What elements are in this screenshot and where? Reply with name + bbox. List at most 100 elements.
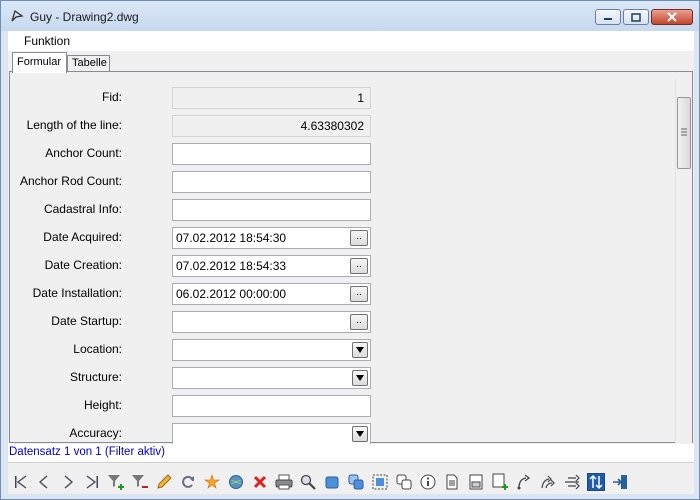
select-multiple-icon bbox=[348, 474, 364, 490]
remove-filter-button[interactable] bbox=[130, 472, 150, 492]
date-acquired-input[interactable]: 07.02.2012 18:54:30 .. bbox=[172, 227, 371, 249]
form-button[interactable] bbox=[466, 472, 486, 492]
field-row-date-creation: Date Creation: 07.02.2012 18:54:33 .. bbox=[10, 255, 650, 277]
date-picker-button[interactable]: .. bbox=[350, 314, 368, 330]
anchor-count-input[interactable] bbox=[172, 143, 371, 165]
exit-icon bbox=[613, 475, 627, 489]
date-installation-input[interactable]: 06.02.2012 00:00:00 .. bbox=[172, 283, 371, 305]
dropdown-button[interactable] bbox=[352, 342, 368, 358]
grip-icon bbox=[681, 128, 687, 136]
info-button[interactable] bbox=[418, 472, 438, 492]
close-button[interactable] bbox=[651, 9, 693, 25]
select-object-icon bbox=[325, 476, 339, 489]
status-bar: Datensatz 1 von 1 (Filter aktiv) bbox=[8, 444, 694, 462]
minimize-icon bbox=[604, 18, 612, 20]
date-startup-input[interactable]: .. bbox=[172, 311, 371, 333]
field-label: Accuracy: bbox=[69, 426, 122, 440]
field-label: Fid: bbox=[101, 90, 122, 104]
dropdown-button[interactable] bbox=[352, 426, 368, 442]
app-window: Guy - Drawing2.dwg Funktion Formular Tab… bbox=[0, 0, 700, 500]
form-icon bbox=[469, 474, 483, 490]
previous-record-icon bbox=[39, 475, 48, 489]
length-field: 4.63380302 bbox=[172, 115, 371, 137]
highlight-button[interactable] bbox=[202, 472, 222, 492]
field-row-fid: Fid: 1 bbox=[10, 87, 650, 109]
date-value: 06.02.2012 00:00:00 bbox=[176, 287, 287, 301]
structure-select[interactable] bbox=[172, 367, 371, 389]
edit-button[interactable] bbox=[154, 472, 174, 492]
date-picker-button[interactable]: .. bbox=[350, 230, 368, 246]
next-record-button[interactable] bbox=[58, 472, 78, 492]
scrollbar-thumb[interactable] bbox=[677, 97, 691, 169]
height-input[interactable] bbox=[172, 395, 371, 417]
date-picker-button[interactable]: .. bbox=[350, 258, 368, 274]
field-row-date-startup: Date Startup: .. bbox=[10, 311, 650, 333]
copy-objects-button[interactable] bbox=[394, 472, 414, 492]
last-record-button[interactable] bbox=[82, 472, 102, 492]
connect-button[interactable] bbox=[514, 472, 534, 492]
exit-button[interactable] bbox=[610, 472, 630, 492]
add-filter-button[interactable] bbox=[106, 472, 126, 492]
refresh-icon bbox=[182, 475, 194, 488]
field-row-anchor-count: Anchor Count: bbox=[10, 143, 650, 165]
zoom-icon bbox=[300, 474, 316, 490]
field-row-location: Location: bbox=[10, 339, 650, 361]
globe-refresh-button[interactable] bbox=[226, 472, 246, 492]
previous-record-button[interactable] bbox=[34, 472, 54, 492]
document-button[interactable] bbox=[442, 472, 462, 492]
triangle-down-icon bbox=[356, 347, 364, 353]
print-button[interactable] bbox=[274, 472, 294, 492]
menu-bar: Funktion bbox=[8, 31, 694, 51]
select-multiple-button[interactable] bbox=[346, 472, 366, 492]
minimize-button[interactable] bbox=[595, 9, 621, 25]
triangle-down-icon bbox=[356, 375, 364, 381]
connect-icon bbox=[517, 474, 531, 490]
field-row-accuracy: Accuracy: bbox=[10, 423, 650, 445]
refresh-button[interactable] bbox=[178, 472, 198, 492]
date-picker-button[interactable]: .. bbox=[350, 286, 368, 302]
field-row-structure: Structure: bbox=[10, 367, 650, 389]
field-label: Anchor Count: bbox=[45, 146, 122, 160]
tab-formular[interactable]: Formular bbox=[12, 52, 67, 73]
field-row-length: Length of the line: 4.63380302 bbox=[10, 115, 650, 137]
field-label: Anchor Rod Count: bbox=[19, 174, 122, 188]
fid-field: 1 bbox=[172, 87, 371, 109]
field-label: Length of the line: bbox=[26, 118, 122, 132]
select-area-button[interactable] bbox=[370, 472, 390, 492]
date-value: 07.02.2012 18:54:33 bbox=[176, 259, 287, 273]
next-record-icon bbox=[64, 475, 73, 489]
zoom-button[interactable] bbox=[298, 472, 318, 492]
form-add-button[interactable] bbox=[490, 472, 510, 492]
title-bar[interactable]: Guy - Drawing2.dwg bbox=[1, 1, 699, 31]
last-record-icon bbox=[86, 475, 98, 489]
anchor-rod-count-input[interactable] bbox=[172, 171, 371, 193]
field-label: Date Creation: bbox=[44, 258, 122, 272]
delete-icon bbox=[253, 475, 267, 489]
vertical-scrollbar[interactable] bbox=[675, 79, 692, 443]
sort-button[interactable] bbox=[586, 472, 606, 492]
field-label: Height: bbox=[83, 398, 122, 412]
highlight-icon bbox=[204, 474, 220, 489]
network-button[interactable] bbox=[562, 472, 582, 492]
delete-button[interactable] bbox=[250, 472, 270, 492]
dropdown-button[interactable] bbox=[352, 370, 368, 386]
first-record-icon bbox=[15, 475, 27, 489]
tab-tabelle[interactable]: Tabelle bbox=[67, 55, 110, 72]
select-object-button[interactable] bbox=[322, 472, 342, 492]
accuracy-select[interactable] bbox=[172, 423, 371, 445]
window-title: Guy - Drawing2.dwg bbox=[30, 10, 139, 24]
cadastral-info-input[interactable] bbox=[172, 199, 371, 221]
field-label: Structure: bbox=[69, 370, 122, 384]
connect-multiple-button[interactable] bbox=[538, 472, 558, 492]
first-record-button[interactable] bbox=[11, 472, 31, 492]
menu-funktion[interactable]: Funktion bbox=[24, 34, 70, 48]
add-filter-icon bbox=[108, 475, 124, 490]
field-row-date-acquired: Date Acquired: 07.02.2012 18:54:30 .. bbox=[10, 227, 650, 249]
date-creation-input[interactable]: 07.02.2012 18:54:33 .. bbox=[172, 255, 371, 277]
maximize-button[interactable] bbox=[623, 9, 649, 25]
location-select[interactable] bbox=[172, 339, 371, 361]
document-icon bbox=[446, 474, 458, 490]
field-row-anchor-rod-count: Anchor Rod Count: bbox=[10, 171, 650, 193]
connect-multiple-icon bbox=[541, 475, 555, 489]
field-label: Location: bbox=[73, 342, 122, 356]
